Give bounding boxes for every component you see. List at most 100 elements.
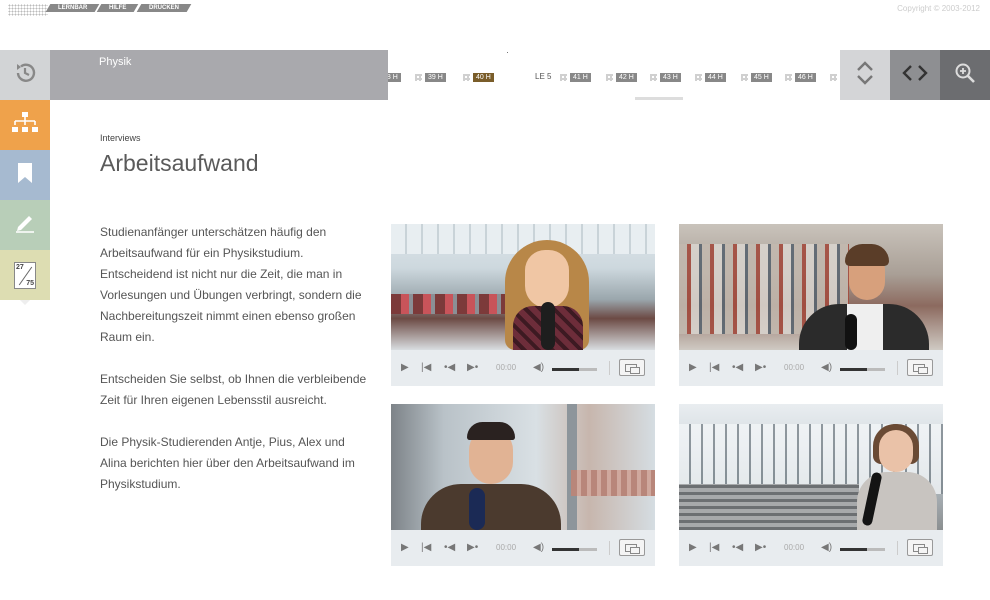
timeline-marker <box>507 52 508 53</box>
top-bar: LERNBAR HILFE DRUCKEN Copyright © 2003-2… <box>0 0 990 50</box>
timeline-item[interactable]: 45 H <box>741 72 772 82</box>
video-controls: ▶ |◀ •◀ ▶• 00:00 ◀) <box>679 350 943 386</box>
volume-icon[interactable]: ◀) <box>821 362 832 374</box>
volume-icon[interactable]: ◀) <box>821 542 832 554</box>
page-current: 27 <box>16 263 24 271</box>
video-time: 00:00 <box>784 363 805 372</box>
timeline-square-icon <box>785 73 792 81</box>
video-frame[interactable] <box>391 404 655 530</box>
timeline-square-icon <box>415 73 422 81</box>
timeline-position-indicator <box>635 97 683 100</box>
body-text: Studienanfänger unterschätzen häufig den… <box>100 222 370 516</box>
step-forward-icon[interactable]: ▶• <box>755 542 766 554</box>
fullscreen-icon[interactable] <box>619 539 645 556</box>
step-back-icon[interactable]: •◀ <box>444 542 455 554</box>
page-total: 75 <box>26 279 34 287</box>
timeline-item-active[interactable]: 40 H <box>463 72 494 82</box>
timeline-item-label: 43 H <box>660 72 681 82</box>
timeline-item-label: 46 H <box>795 72 816 82</box>
fullscreen-icon[interactable] <box>907 359 933 376</box>
drucken-link-label: DRUCKEN <box>148 5 179 11</box>
step-back-icon[interactable]: •◀ <box>444 362 455 374</box>
paragraph: Studienanfänger unterschätzen häufig den… <box>100 225 362 344</box>
timeline-square-icon <box>560 73 567 81</box>
leftright-nav-button[interactable] <box>890 50 940 100</box>
volume-icon[interactable]: ◀) <box>533 542 544 554</box>
video-time: 00:00 <box>784 543 805 552</box>
volume-slider[interactable] <box>552 548 597 551</box>
video-time: 00:00 <box>496 543 517 552</box>
step-forward-icon[interactable]: ▶• <box>467 542 478 554</box>
timeline-item-label: 38 H <box>388 72 401 82</box>
bookmark-button[interactable] <box>0 150 50 200</box>
volume-slider[interactable] <box>840 548 885 551</box>
volume-slider[interactable] <box>840 368 885 371</box>
volume-slider[interactable] <box>552 368 597 371</box>
zoom-in-icon <box>954 62 976 89</box>
step-back-icon[interactable]: •◀ <box>732 542 743 554</box>
bookmark-icon <box>17 162 33 189</box>
edit-button[interactable] <box>0 200 50 250</box>
timeline-item[interactable] <box>830 72 840 82</box>
play-icon[interactable]: ▶ <box>401 542 409 554</box>
skip-start-icon[interactable]: |◀ <box>421 362 431 374</box>
timeline-square-icon <box>650 73 657 81</box>
skip-start-icon[interactable]: |◀ <box>709 362 719 374</box>
page-counter-button[interactable]: 27 75 <box>0 250 50 300</box>
timeline-item[interactable]: 39 H <box>415 72 446 82</box>
video-frame[interactable] <box>679 404 943 530</box>
play-icon[interactable]: ▶ <box>401 362 409 374</box>
step-forward-icon[interactable]: ▶• <box>467 362 478 374</box>
volume-level <box>840 548 867 551</box>
control-divider <box>609 361 610 375</box>
step-forward-icon[interactable]: ▶• <box>755 362 766 374</box>
timeline-square-icon <box>463 73 470 81</box>
timeline-item-label: 40 H <box>473 72 494 82</box>
lernbar-link[interactable]: LERNBAR <box>45 4 100 12</box>
video-controls: ▶ |◀ •◀ ▶• 00:00 ◀) <box>391 350 655 386</box>
skip-start-icon[interactable]: |◀ <box>709 542 719 554</box>
video-player: ▶ |◀ •◀ ▶• 00:00 ◀) <box>679 224 943 386</box>
timeline-item[interactable]: 44 H <box>695 72 726 82</box>
video-player: ▶ |◀ •◀ ▶• 00:00 ◀) <box>679 404 943 566</box>
video-frame[interactable] <box>391 224 655 350</box>
video-player: ▶ |◀ •◀ ▶• 00:00 ◀) <box>391 404 655 566</box>
top-links: LERNBAR HILFE DRUCKEN <box>45 4 191 12</box>
zoom-button[interactable] <box>940 50 990 100</box>
timeline-item[interactable]: 41 H <box>560 72 591 82</box>
fullscreen-icon[interactable] <box>907 539 933 556</box>
sitemap-button[interactable] <box>0 100 50 150</box>
timeline-item-label: 42 H <box>616 72 637 82</box>
timeline-item[interactable]: 46 H <box>785 72 816 82</box>
paragraph: Entscheiden Sie selbst, ob Ihnen die ver… <box>100 372 367 407</box>
fullscreen-icon[interactable] <box>619 359 645 376</box>
hilfe-link-label: HILFE <box>109 5 127 11</box>
breadcrumb: Interviews <box>100 133 141 143</box>
timeline-item[interactable]: 43 H <box>650 72 681 82</box>
timeline-item-label: 45 H <box>751 72 772 82</box>
copyright: Copyright © 2003-2012 <box>897 4 980 13</box>
timeline-item[interactable]: 38 H <box>388 72 401 82</box>
updown-nav-button[interactable] <box>840 50 890 100</box>
timeline-square-icon <box>830 73 837 81</box>
subject-area: Physik <box>50 50 388 100</box>
drucken-link[interactable]: DRUCKEN <box>136 4 191 12</box>
timeline-item-label: 39 H <box>425 72 446 82</box>
control-divider <box>897 361 898 375</box>
timeline-square-icon <box>741 73 748 81</box>
history-button[interactable] <box>0 50 50 100</box>
timeline-item[interactable]: 42 H <box>606 72 637 82</box>
volume-icon[interactable]: ◀) <box>533 362 544 374</box>
skip-start-icon[interactable]: |◀ <box>421 542 431 554</box>
subject-label: Physik <box>99 56 132 68</box>
lernbar-link-label: LERNBAR <box>58 5 88 11</box>
control-divider <box>897 541 898 555</box>
hilfe-link[interactable]: HILFE <box>97 4 139 12</box>
volume-level <box>840 368 867 371</box>
step-back-icon[interactable]: •◀ <box>732 362 743 374</box>
volume-level <box>552 368 579 371</box>
control-divider <box>609 541 610 555</box>
video-frame[interactable] <box>679 224 943 350</box>
play-icon[interactable]: ▶ <box>689 362 697 374</box>
play-icon[interactable]: ▶ <box>689 542 697 554</box>
